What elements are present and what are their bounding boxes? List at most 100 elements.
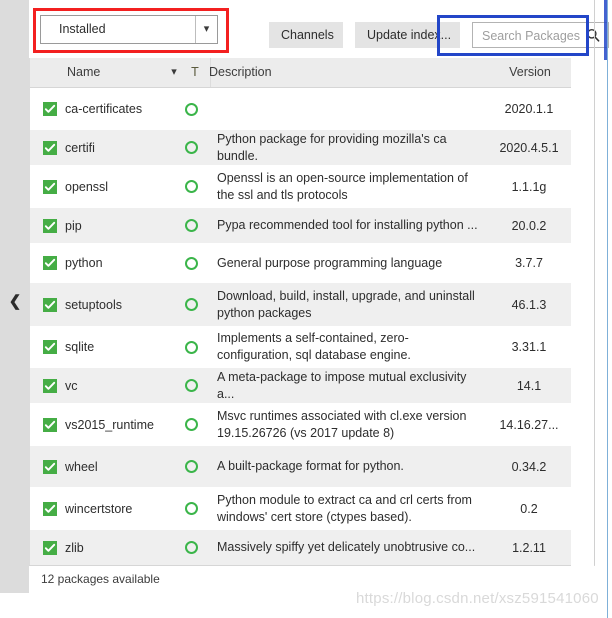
- package-checkbox[interactable]: [43, 179, 57, 194]
- package-checkbox[interactable]: [43, 417, 57, 432]
- package-filter-dropdown-wrap: Installed ▾: [40, 15, 218, 44]
- package-version: 1.2.11: [512, 540, 546, 555]
- green-ring-icon[interactable]: [185, 180, 198, 193]
- column-header-description[interactable]: Description: [209, 58, 272, 87]
- package-manager-window: ❮ Installed ▾ Channels Update index... S…: [0, 0, 612, 618]
- green-ring-icon[interactable]: [185, 340, 198, 354]
- package-status-cell: [185, 487, 211, 530]
- package-version: 1.1.1g: [511, 179, 547, 194]
- table-row[interactable]: wheel A built-package format for python. 0…: [29, 446, 595, 487]
- package-description: Openssl is an open-source implementation…: [217, 170, 468, 202]
- table-row[interactable]: openssl Openssl is an open-source impleme…: [29, 165, 595, 208]
- green-ring-icon[interactable]: [185, 460, 198, 473]
- package-checkbox[interactable]: [43, 102, 57, 116]
- package-checkbox[interactable]: [43, 340, 57, 354]
- green-ring-icon[interactable]: [185, 541, 198, 554]
- packages-table: Name ▾ T Description Version ca-certific…: [29, 58, 595, 566]
- package-version: 2020.4.5.1: [499, 140, 559, 155]
- package-version: 3.7.7: [515, 256, 543, 270]
- package-version: 14.16.27...: [499, 417, 559, 432]
- table-row[interactable]: sqlite Implements a self-contained, zero-…: [29, 326, 595, 368]
- search-packages-wrap: [472, 22, 609, 49]
- vertical-scrollbar[interactable]: [571, 58, 594, 566]
- table-row[interactable]: pip Pypa recommended tool for installing …: [29, 208, 595, 243]
- green-ring-icon[interactable]: [185, 418, 198, 431]
- package-status-cell: [185, 530, 211, 565]
- green-ring-icon[interactable]: [185, 502, 198, 515]
- column-header-type[interactable]: T: [187, 58, 203, 87]
- window-right-edge: [607, 0, 608, 618]
- column-header-name[interactable]: Name: [67, 58, 100, 87]
- package-description: Python package for providing mozilla's c…: [217, 131, 447, 163]
- package-version: 3.31.1: [511, 340, 547, 354]
- main-content: Installed ▾ Channels Update index... Sea…: [29, 0, 609, 593]
- package-version: 20.0.2: [511, 218, 547, 233]
- update-index-button[interactable]: Update index...: [355, 22, 460, 48]
- green-ring-icon[interactable]: [185, 298, 198, 311]
- table-left-border: [29, 58, 30, 566]
- table-row[interactable]: ca-certificates 2020.1.1: [29, 88, 595, 130]
- package-checkbox[interactable]: [43, 297, 57, 312]
- package-version: 2020.1.1: [504, 102, 554, 116]
- channels-button[interactable]: Channels: [269, 22, 343, 48]
- chevron-down-icon: ▾: [203, 23, 210, 35]
- package-description: Python module to extract ca and crl cert…: [217, 492, 472, 524]
- left-sidebar-rail: ❮: [0, 0, 29, 593]
- package-name: zlib: [65, 540, 84, 555]
- package-checkbox[interactable]: [43, 256, 57, 270]
- table-row[interactable]: vc A meta-package to impose mutual exclus…: [29, 368, 595, 403]
- package-name: ca-certificates: [65, 102, 143, 116]
- table-row[interactable]: wincertstore Python module to extract ca …: [29, 487, 595, 530]
- packages-table-header: Name ▾ T Description Version: [29, 58, 595, 88]
- package-checkbox[interactable]: [43, 540, 57, 555]
- package-status-cell: [185, 326, 211, 368]
- package-status-cell: [185, 446, 211, 487]
- green-ring-icon[interactable]: [185, 219, 198, 232]
- package-count-label: 12 packages available: [41, 572, 160, 586]
- package-status-cell: [185, 88, 211, 130]
- package-name: sqlite: [65, 340, 95, 354]
- package-description: Implements a self-contained, zero-config…: [217, 331, 411, 362]
- green-ring-icon[interactable]: [185, 256, 198, 270]
- package-status-cell: [185, 208, 211, 243]
- status-bar: 12 packages available: [29, 566, 595, 593]
- package-name: python: [65, 256, 103, 270]
- table-right-border: [594, 0, 595, 593]
- package-checkbox[interactable]: [43, 140, 57, 155]
- package-description: Pypa recommended tool for installing pyt…: [217, 218, 478, 232]
- table-row[interactable]: certifi Python package for providing mozi…: [29, 130, 595, 165]
- package-name: openssl: [65, 179, 109, 194]
- package-filter-dropdown[interactable]: Installed ▾: [40, 15, 218, 44]
- package-name: vs2015_runtime: [65, 417, 154, 432]
- chevron-left-icon[interactable]: ❮: [8, 293, 22, 311]
- green-ring-icon[interactable]: [185, 379, 198, 392]
- package-checkbox[interactable]: [43, 501, 57, 516]
- table-row[interactable]: python General purpose programming langua…: [29, 243, 595, 283]
- package-checkbox[interactable]: [43, 218, 57, 233]
- table-row[interactable]: vs2015_runtime Msvc runtimes associated w…: [29, 403, 595, 446]
- package-description: Download, build, install, upgrade, and u…: [217, 288, 475, 320]
- table-row[interactable]: setuptools Download, build, install, upgr…: [29, 283, 595, 326]
- package-name: wheel: [65, 459, 98, 474]
- green-ring-icon[interactable]: [185, 102, 198, 116]
- search-icon[interactable]: [586, 28, 600, 42]
- package-checkbox[interactable]: [43, 378, 57, 393]
- search-packages-box[interactable]: [472, 22, 609, 49]
- green-ring-icon[interactable]: [185, 141, 198, 154]
- toolbar: Installed ▾ Channels Update index...: [29, 0, 609, 58]
- package-name: wincertstore: [65, 501, 133, 516]
- package-description: [211, 88, 487, 130]
- package-status-cell: [185, 403, 211, 446]
- column-header-version[interactable]: Version: [495, 58, 565, 87]
- packages-table-body: ca-certificates 2020.1.1 certifi Python pac…: [29, 88, 595, 566]
- package-description: A meta-package to impose mutual exclusiv…: [217, 369, 467, 401]
- chevron-down-icon[interactable]: ▾: [167, 58, 181, 87]
- package-version: 0.2: [520, 501, 538, 516]
- table-row[interactable]: zlib Massively spiffy yet delicately unob…: [29, 530, 595, 565]
- page-bottom-area: [0, 593, 612, 618]
- package-checkbox[interactable]: [43, 459, 57, 474]
- package-status-cell: [185, 243, 211, 283]
- search-input[interactable]: [480, 23, 582, 49]
- dropdown-arrow-cell[interactable]: ▾: [195, 16, 217, 43]
- package-status-cell: [185, 368, 211, 403]
